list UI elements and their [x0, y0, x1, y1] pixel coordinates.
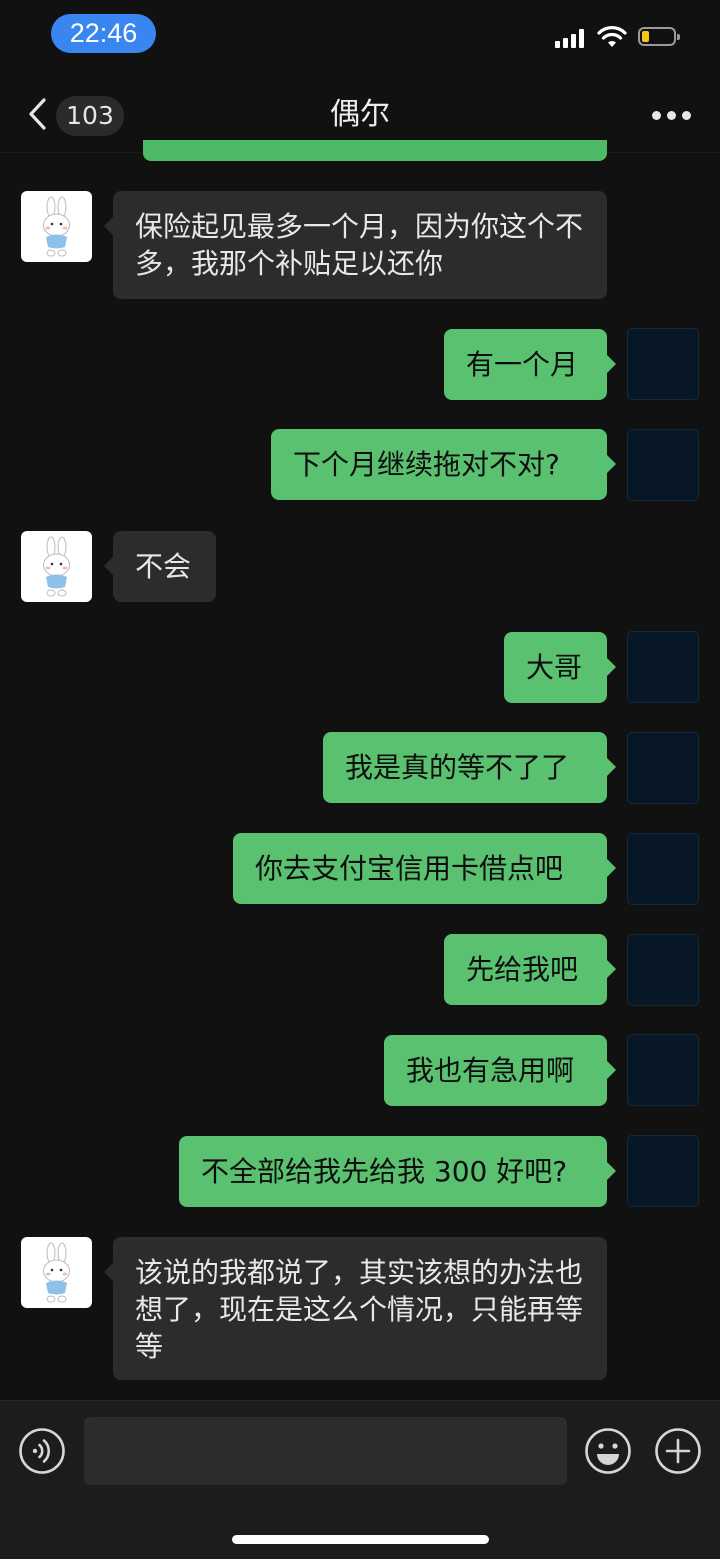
battery-icon: [638, 27, 680, 46]
message-bubble-outgoing[interactable]: 我是真的等不了了: [323, 732, 616, 803]
message-bubble-outgoing[interactable]: 大哥: [504, 632, 616, 703]
more-dots-icon[interactable]: [652, 111, 692, 121]
chat-input-bar: [0, 1400, 720, 1559]
rabbit-avatar: [43, 1242, 70, 1303]
message-bubble-outgoing[interactable]: 不全部给我先给我 300 好吧?: [179, 1136, 616, 1207]
self-avatar[interactable]: [627, 328, 699, 400]
message-bubble-outgoing[interactable]: 下个月继续拖对不对?: [271, 429, 616, 500]
contact-avatar[interactable]: [21, 1237, 92, 1308]
previous-outgoing-bubble-partial[interactable]: [143, 140, 607, 161]
status-bar: 22:46: [0, 0, 720, 70]
message-input[interactable]: [84, 1417, 567, 1485]
signal-icon: [555, 28, 587, 48]
message-bubble-outgoing[interactable]: 先给我吧: [444, 934, 616, 1005]
self-avatar[interactable]: [627, 1034, 699, 1106]
self-avatar[interactable]: [627, 934, 699, 1006]
self-avatar[interactable]: [627, 429, 699, 501]
rabbit-avatar: [43, 536, 70, 597]
self-avatar[interactable]: [627, 1135, 699, 1207]
message-bubble-incoming[interactable]: 不会: [104, 531, 216, 602]
self-avatar[interactable]: [627, 732, 699, 804]
voice-icon[interactable]: [18, 1427, 66, 1475]
wifi-icon: [597, 26, 627, 47]
home-indicator[interactable]: [232, 1535, 489, 1544]
rabbit-avatar: [43, 196, 70, 257]
plus-icon[interactable]: [654, 1427, 702, 1475]
self-avatar[interactable]: [627, 631, 699, 703]
message-bubble-outgoing[interactable]: 有一个月: [444, 329, 616, 400]
chat-title: 偶尔: [330, 97, 390, 132]
contact-avatar[interactable]: [21, 191, 92, 262]
message-bubble-outgoing[interactable]: 我也有急用啊: [384, 1035, 616, 1106]
emoji-icon[interactable]: [584, 1427, 632, 1475]
contact-avatar[interactable]: [21, 531, 92, 602]
status-time[interactable]: 22:46: [51, 14, 156, 53]
message-bubble-incoming[interactable]: 保险起见最多一个月，因为你这个不多，我那个补贴足以还你: [104, 191, 607, 299]
message-bubble-incoming[interactable]: 该说的我都说了，其实该想的办法也想了，现在是这么个情况，只能再等等: [104, 1237, 607, 1380]
message-bubble-outgoing[interactable]: 你去支付宝信用卡借点吧: [233, 833, 616, 904]
self-avatar[interactable]: [627, 833, 699, 905]
